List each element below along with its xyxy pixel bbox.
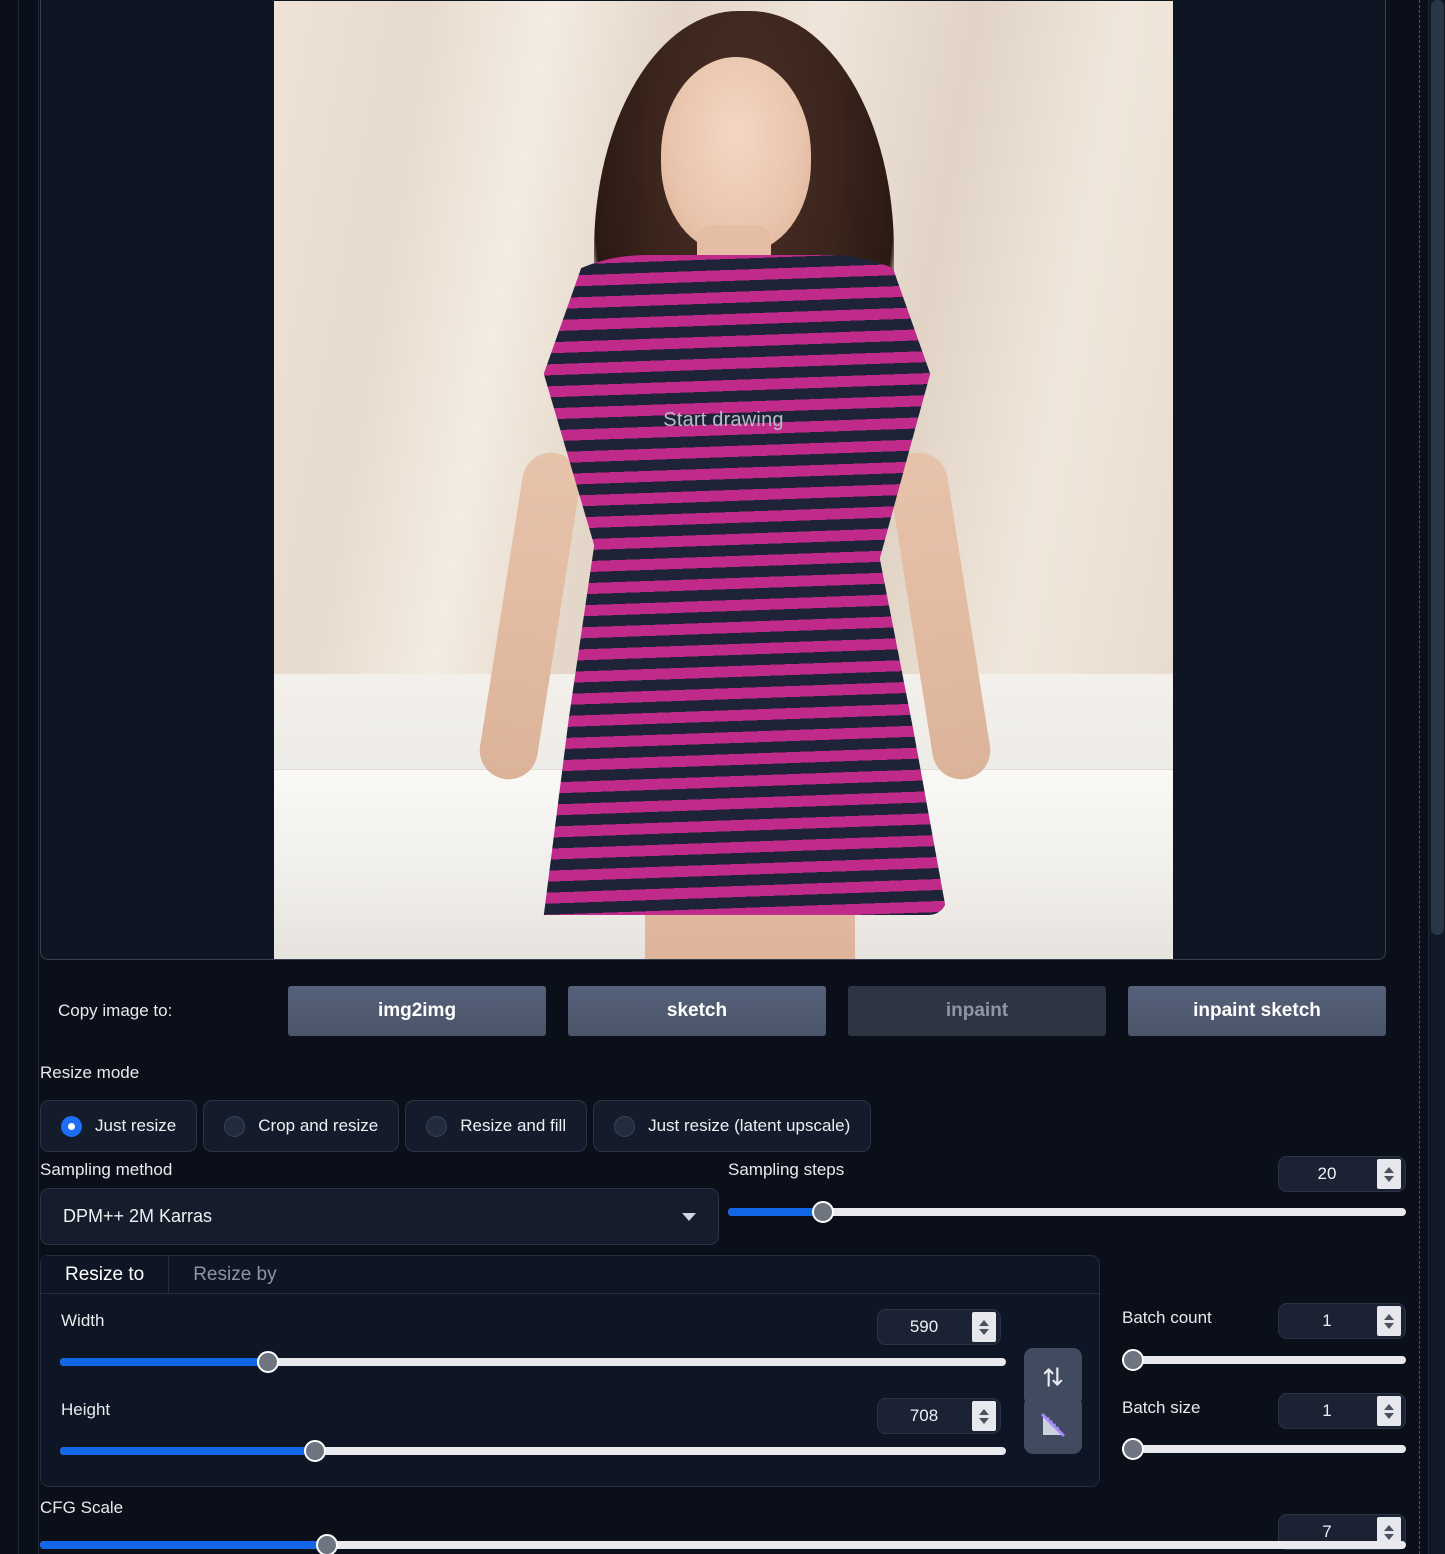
slider-fill — [60, 1447, 316, 1455]
keep-aspect-ratio-button[interactable] — [1024, 1396, 1082, 1454]
image-canvas[interactable]: Start drawing — [274, 1, 1173, 959]
sampling-steps-label: Sampling steps — [728, 1160, 845, 1179]
radio-label: Crop and resize — [258, 1116, 379, 1135]
batch-size-slider[interactable] — [1122, 1438, 1406, 1460]
sampling-method-label: Sampling method — [40, 1160, 173, 1179]
batch-size-label: Batch size — [1122, 1398, 1201, 1417]
page-scrollbar[interactable] — [1428, 0, 1445, 1554]
sampling-method-value: DPM++ 2M Karras — [63, 1206, 213, 1226]
layout-rail-inner — [38, 0, 39, 1554]
radio-crop-and-resize[interactable]: Crop and resize — [203, 1100, 400, 1152]
copy-to-sketch-button[interactable]: sketch — [568, 986, 826, 1036]
slider-fill — [60, 1358, 269, 1366]
radio-resize-and-fill[interactable]: Resize and fill — [405, 1100, 588, 1152]
resize-mode-radio-group: Just resize Crop and resize Resize and f… — [40, 1100, 872, 1152]
batch-count-label: Batch count — [1122, 1308, 1212, 1327]
slider-track — [1122, 1356, 1406, 1364]
set-ruler-triangle-icon — [1041, 1413, 1065, 1437]
slider-knob[interactable] — [1122, 1349, 1144, 1371]
radio-dot-icon — [426, 1115, 448, 1137]
page-scrollbar-thumb[interactable] — [1431, 0, 1444, 935]
slider-knob[interactable] — [304, 1440, 327, 1462]
sampling-steps-slider[interactable] — [728, 1201, 1406, 1223]
stepper-icon[interactable] — [1377, 1306, 1401, 1336]
copy-image-label: Copy image to: — [58, 1001, 173, 1020]
tab-resize-to[interactable]: Resize to — [41, 1256, 170, 1293]
radio-just-resize-latent-upscale[interactable]: Just resize (latent upscale) — [593, 1100, 872, 1152]
photo-subject — [449, 11, 1019, 959]
slider-knob[interactable] — [811, 1201, 834, 1223]
height-value: 708 — [909, 1406, 939, 1425]
width-slider[interactable] — [60, 1351, 1006, 1373]
tab-resize-by[interactable]: Resize by — [169, 1256, 300, 1293]
sampling-steps-value: 20 — [1317, 1164, 1337, 1183]
batch-count-slider[interactable] — [1122, 1349, 1406, 1371]
copy-to-inpaint-sketch-button[interactable]: inpaint sketch — [1128, 986, 1386, 1036]
radio-just-resize[interactable]: Just resize — [40, 1100, 198, 1152]
slider-knob[interactable] — [257, 1351, 280, 1373]
subject-striped-dress — [543, 255, 947, 915]
radio-dot-icon — [61, 1115, 82, 1137]
height-number-input[interactable]: 708 — [877, 1398, 1001, 1434]
copy-to-img2img-button[interactable]: img2img — [288, 986, 546, 1036]
radio-label: Resize and fill — [460, 1116, 567, 1135]
radio-label: Just resize (latent upscale) — [648, 1116, 851, 1135]
layout-dashed-guide — [1419, 0, 1420, 1554]
batch-count-value: 1 — [1322, 1311, 1332, 1330]
radio-label: Just resize — [95, 1116, 177, 1135]
image-preview-panel[interactable]: Start drawing — [40, 0, 1386, 960]
chevron-down-icon — [682, 1212, 696, 1221]
swap-vertical-arrows-icon — [1043, 1367, 1063, 1387]
width-number-input[interactable]: 590 — [877, 1309, 1001, 1345]
resize-mode-label: Resize mode — [40, 1063, 140, 1082]
subject-face — [661, 57, 811, 253]
stepper-icon[interactable] — [972, 1401, 996, 1431]
width-value: 590 — [909, 1317, 939, 1336]
cfg-scale-slider[interactable] — [40, 1534, 1406, 1554]
stepper-icon[interactable] — [1377, 1159, 1401, 1189]
height-slider[interactable] — [60, 1440, 1006, 1462]
batch-size-value: 1 — [1322, 1401, 1332, 1420]
radio-dot-icon — [224, 1115, 246, 1137]
sampling-method-dropdown[interactable]: DPM++ 2M Karras — [40, 1188, 719, 1245]
stepper-icon[interactable] — [972, 1312, 996, 1342]
batch-size-number-input[interactable]: 1 — [1278, 1393, 1406, 1429]
stepper-icon[interactable] — [1377, 1396, 1401, 1426]
radio-dot-icon — [614, 1115, 636, 1137]
batch-count-number-input[interactable]: 1 — [1278, 1303, 1406, 1339]
slider-knob[interactable] — [1122, 1438, 1144, 1460]
slider-fill — [728, 1208, 823, 1216]
sampling-steps-number-input[interactable]: 20 — [1278, 1156, 1406, 1192]
app-root: Start drawing Copy image to: img2img ske… — [0, 0, 1428, 1554]
copy-image-row: Copy image to: img2img sketch inpaint in… — [58, 985, 1386, 1037]
height-label: Height — [61, 1400, 111, 1419]
width-label: Width — [61, 1311, 105, 1330]
layout-rail-outer — [18, 0, 19, 1554]
slider-knob[interactable] — [315, 1534, 338, 1554]
cfg-scale-label: CFG Scale — [40, 1498, 124, 1517]
slider-fill — [40, 1541, 327, 1549]
resize-tabs: Resize to Resize by — [41, 1256, 1099, 1294]
slider-track — [1122, 1445, 1406, 1453]
source-photo — [274, 1, 1173, 959]
copy-to-inpaint-button[interactable]: inpaint — [848, 986, 1106, 1036]
